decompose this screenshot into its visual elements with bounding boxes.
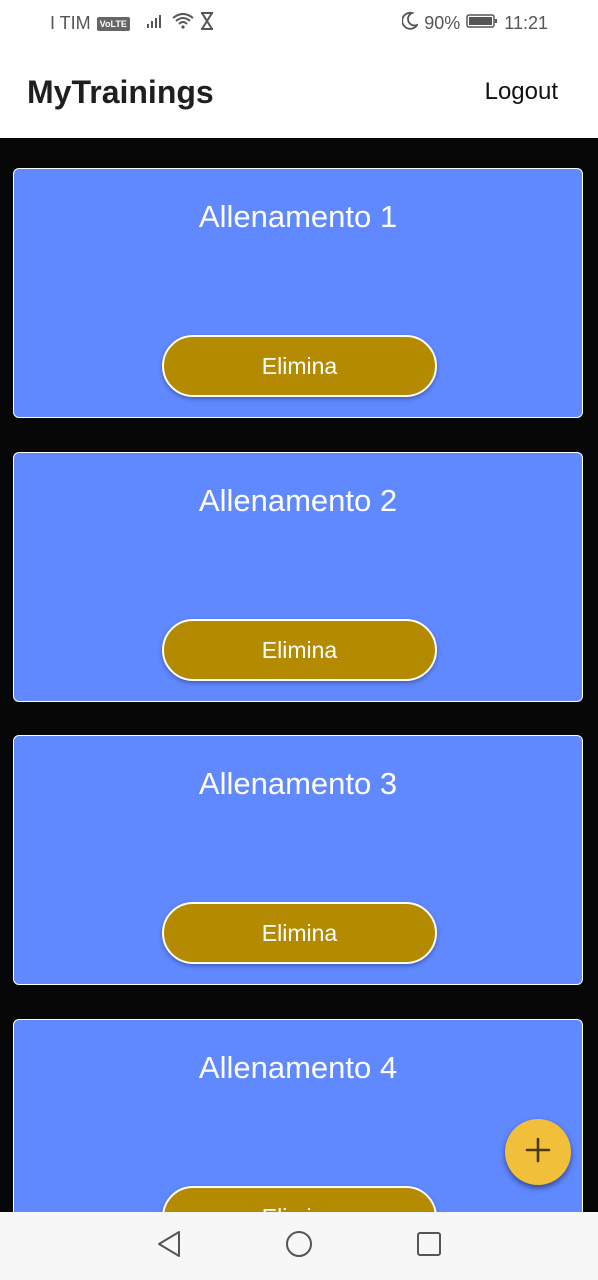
hourglass-icon	[200, 12, 214, 35]
recents-button[interactable]	[409, 1226, 449, 1266]
logout-button[interactable]: Logout	[485, 78, 558, 106]
status-right: 90% 11:21	[401, 11, 548, 35]
wifi-icon	[172, 13, 194, 34]
system-nav-bar	[0, 1212, 598, 1280]
training-title: Allenamento 3	[198, 766, 398, 801]
trainings-list[interactable]: Allenamento 1 Elimina Allenamento 2 Elim…	[0, 138, 598, 1212]
recents-square-icon	[416, 1231, 442, 1262]
status-bar: I TIM VoLTE 90% 11:21	[0, 0, 598, 44]
clock: 11:21	[504, 13, 548, 33]
delete-button[interactable]: Elimina	[162, 902, 437, 964]
delete-button[interactable]: Elimina	[162, 619, 437, 681]
delete-button[interactable]: Elimina	[162, 335, 437, 397]
delete-button[interactable]: Elimina	[162, 1186, 437, 1212]
battery-percent: 90%	[424, 13, 461, 33]
app-title: MyTrainings	[27, 74, 214, 110]
moon-icon	[401, 11, 420, 35]
home-circle-icon	[285, 1230, 313, 1263]
training-card[interactable]: Allenamento 2 Elimina	[13, 452, 583, 702]
plus-icon	[524, 1136, 552, 1169]
volte-badge: VoLTE	[96, 16, 130, 31]
signal-icon	[146, 13, 166, 34]
back-button[interactable]	[149, 1226, 189, 1266]
back-triangle-icon	[156, 1230, 182, 1263]
app-bar: MyTrainings Logout	[0, 44, 598, 138]
training-title: Allenamento 2	[198, 483, 398, 518]
home-button[interactable]	[279, 1226, 319, 1266]
status-left: I TIM VoLTE	[50, 12, 214, 35]
carrier-label: I TIM	[50, 13, 91, 33]
battery-icon	[466, 13, 498, 34]
training-card[interactable]: Allenamento 1 Elimina	[13, 168, 583, 418]
training-title: Allenamento 1	[198, 199, 398, 234]
add-training-button[interactable]	[505, 1119, 571, 1185]
training-title: Allenamento 4	[198, 1050, 398, 1085]
training-card[interactable]: Allenamento 3 Elimina	[13, 735, 583, 985]
training-card[interactable]: Allenamento 4 Elimina	[13, 1019, 583, 1212]
